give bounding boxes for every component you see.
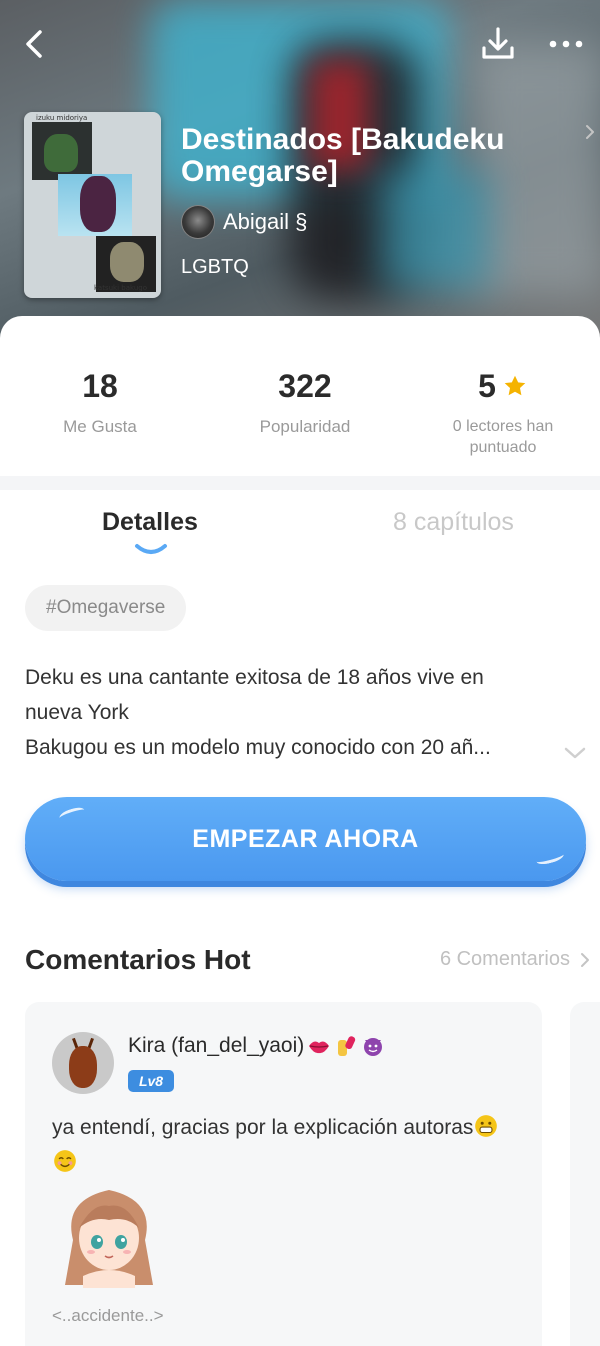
author-row[interactable]: Abigail § <box>181 204 307 240</box>
tab-details[interactable]: Detalles <box>102 508 198 537</box>
tag-chip[interactable]: #Omegaverse <box>25 585 187 631</box>
comments-count: 6 Comentarios <box>439 948 570 970</box>
stat-rating[interactable]: 5 0 lectores han puntuado <box>403 366 600 458</box>
comment-card[interactable]: Kira (fan_del_yaoi) Lv8 ya entendí, grac… <box>25 1002 542 1346</box>
tab-bar: Detalles 8 capítulos <box>0 502 600 562</box>
commenter-avatar[interactable] <box>52 1032 114 1094</box>
download-button[interactable] <box>478 24 518 64</box>
cover-caption-top: izuku midoriya <box>36 114 88 122</box>
popularity-label: Popularidad <box>259 417 351 436</box>
devil-emoji-icon <box>364 1038 383 1056</box>
blush-smile-emoji-icon <box>54 1150 76 1172</box>
download-icon <box>482 27 514 59</box>
lips-emoji-icon <box>309 1041 330 1054</box>
start-reading-button[interactable]: EMPEZAR AHORA <box>25 797 586 881</box>
stat-popularity: 322 Popularidad <box>205 366 405 437</box>
author-avatar[interactable] <box>181 205 215 239</box>
chevron-right-icon[interactable] <box>584 122 596 142</box>
stats-row: 18 Me Gusta 322 Popularidad 5 0 lectores… <box>0 366 600 476</box>
likes-label: Me Gusta <box>63 417 137 436</box>
rating-value: 5 <box>478 367 496 404</box>
all-comments-link[interactable]: 6 Comentarios <box>440 948 590 971</box>
grin-emoji-icon <box>475 1115 498 1137</box>
active-tab-indicator <box>135 544 167 554</box>
synopsis-line: Bakugou es un modelo muy conocido con 20… <box>25 736 491 759</box>
popularity-count: 322 <box>278 367 332 404</box>
anime-girl-sticker <box>65 1190 153 1288</box>
tab-chapters[interactable]: 8 capítulos <box>393 508 514 537</box>
synopsis-line: nueva York <box>25 701 129 724</box>
back-arrow-icon <box>26 30 42 58</box>
next-comment-card[interactable] <box>570 1002 600 1346</box>
hot-comments-header: Comentarios Hot 6 Comentarios <box>25 940 590 980</box>
top-bar <box>0 18 600 68</box>
commenter-name: Kira (fan_del_yaoi) <box>128 1034 305 1057</box>
genre-label[interactable]: LGBTQ <box>181 256 249 279</box>
chevron-right-icon <box>581 952 589 967</box>
synopsis-line: Deku es una cantante exitosa de 18 años … <box>25 666 484 689</box>
story-synopsis: Deku es una cantante exitosa de 18 años … <box>25 660 565 765</box>
start-reading-label: EMPEZAR AHORA <box>192 824 419 853</box>
level-badge: Lv8 <box>128 1070 174 1092</box>
stat-likes: 18 Me Gusta <box>0 366 200 437</box>
more-options-button[interactable] <box>544 24 588 64</box>
back-button[interactable] <box>18 24 54 64</box>
story-title: Destinados [Bakudeku Omegarse] <box>181 123 505 188</box>
section-divider <box>0 476 600 490</box>
more-dots-icon <box>549 40 583 48</box>
author-name[interactable]: Abigail § <box>223 209 307 235</box>
hot-comments-title: Comentarios Hot <box>25 944 251 975</box>
commenter-name-row[interactable]: Kira (fan_del_yaoi) <box>128 1034 385 1058</box>
rating-label: 0 lectores han puntuado <box>452 418 554 456</box>
comment-signature: <..accidente..> <box>52 1306 164 1325</box>
likes-count: 18 <box>82 367 118 404</box>
star-icon <box>504 375 526 396</box>
nail-polish-emoji-icon <box>338 1036 356 1056</box>
story-cover-image[interactable]: izuku midoriya katsuki bakugo <box>24 112 161 298</box>
chevron-down-icon[interactable] <box>562 745 588 761</box>
comment-text-body: ya entendí, gracias por la explicación a… <box>52 1116 474 1139</box>
comment-text: ya entendí, gracias por la explicación a… <box>52 1110 512 1180</box>
cover-caption-bottom: katsuki bakugo <box>94 284 148 292</box>
